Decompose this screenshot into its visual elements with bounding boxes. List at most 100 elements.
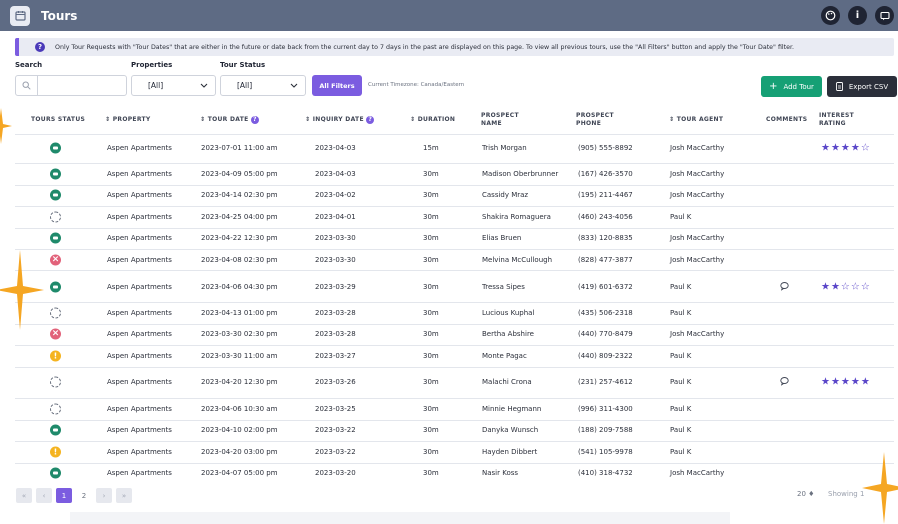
sort-icon: ⇕ <box>200 116 208 123</box>
first-page-button[interactable]: « <box>16 488 32 503</box>
tour-agent-cell: Josh MacCarthy <box>670 234 725 242</box>
sparkle-icon <box>0 108 12 144</box>
tour-date-cell: 2023-07-01 11:00 am <box>201 144 278 152</box>
header-prospect-name[interactable]: PROSPECT NAME <box>481 112 519 128</box>
inquiry-date-cell: 2023-03-28 <box>315 330 356 338</box>
property-cell: Aspen Apartments <box>107 256 172 264</box>
export-csv-button[interactable]: Export CSV <box>827 76 897 97</box>
prospect-name-cell: Cassidy Mraz <box>482 191 529 199</box>
search-label: Search <box>15 61 43 69</box>
prospect-name-cell: Tressa Sipes <box>482 283 525 291</box>
duration-cell: 30m <box>423 378 439 386</box>
tour-agent-cell: Paul K <box>670 283 692 291</box>
info-icon[interactable]: i <box>848 6 867 25</box>
tour-agent-cell: Josh MacCarthy <box>670 330 725 338</box>
tour-agent-cell: Josh MacCarthy <box>670 256 725 264</box>
feedback-icon[interactable] <box>875 6 894 25</box>
tour-agent-cell: Josh MacCarthy <box>670 170 725 178</box>
duration-cell: 30m <box>423 405 439 413</box>
header-divider <box>15 134 894 135</box>
prospect-name-cell: Bertha Abshire <box>482 330 534 338</box>
tour-date-cell: 2023-03-30 11:00 am <box>201 352 278 360</box>
row-divider <box>15 185 894 186</box>
prospect-name-cell: Elias Bruen <box>482 234 522 242</box>
status-yellow-icon <box>50 446 61 458</box>
header-inquiry-date[interactable]: ⇕ INQUIRY DATE ? <box>305 116 375 124</box>
status-green-icon <box>50 467 61 479</box>
header-tour-date[interactable]: ⇕ TOUR DATE ? <box>200 116 259 124</box>
page-size-select[interactable]: 20 ♦ <box>797 490 814 498</box>
property-cell: Aspen Apartments <box>107 405 172 413</box>
all-filters-button[interactable]: All Filters <box>312 75 362 96</box>
chevron-down-icon <box>200 83 208 88</box>
tour-date-cell: 2023-04-08 02:30 pm <box>201 256 278 264</box>
tour-agent-cell: Paul K <box>670 378 692 386</box>
prospect-name-cell: Melvina McCullough <box>482 256 553 264</box>
row-divider <box>15 441 894 442</box>
sort-icon: ⇕ <box>669 116 677 123</box>
prospect-phone-cell: (419) 601-6372 <box>578 283 633 291</box>
header-property[interactable]: ⇕ PROPERTY <box>105 116 151 124</box>
help-icon: ? <box>366 116 375 124</box>
tour-agent-cell: Paul K <box>670 426 692 434</box>
prospect-phone-cell: (828) 477-3877 <box>578 256 633 264</box>
inquiry-date-cell: 2023-04-03 <box>315 170 356 178</box>
tour-date-cell: 2023-03-30 02:30 pm <box>201 330 278 338</box>
duration-cell: 30m <box>423 234 439 242</box>
comment-icon[interactable] <box>780 377 789 388</box>
palette-icon[interactable] <box>821 6 840 25</box>
header-duration[interactable]: ⇕ DURATION <box>410 116 455 124</box>
duration-cell: 30m <box>423 426 439 434</box>
tour-status-select[interactable]: [All] <box>220 75 306 96</box>
property-cell: Aspen Apartments <box>107 426 172 434</box>
header-interest-rating[interactable]: INTEREST RATING <box>819 112 854 128</box>
tour-date-cell: 2023-04-06 04:30 pm <box>201 283 278 291</box>
prospect-phone-cell: (435) 506-2318 <box>578 309 633 317</box>
last-page-button[interactable]: » <box>116 488 132 503</box>
export-csv-label: Export CSV <box>848 82 889 91</box>
prev-page-button[interactable]: ‹ <box>36 488 52 503</box>
row-divider <box>15 249 894 250</box>
inquiry-date-cell: 2023-03-20 <box>315 469 356 477</box>
inquiry-date-cell: 2023-04-03 <box>315 144 356 152</box>
property-cell: Aspen Apartments <box>107 234 172 242</box>
add-tour-button[interactable]: + Add Tour <box>761 76 822 97</box>
duration-cell: 30m <box>423 170 439 178</box>
duration-cell: 30m <box>423 256 439 264</box>
row-divider <box>15 324 894 325</box>
properties-label: Properties <box>131 61 173 69</box>
prospect-name-cell: Shakira Romaguera <box>482 213 551 221</box>
status-yellow-icon <box>50 350 61 362</box>
info-notice: ? Only Tour Requests with "Tour Dates" t… <box>15 38 894 56</box>
inquiry-date-cell: 2023-03-30 <box>315 256 356 264</box>
prospect-phone-cell: (195) 211-4467 <box>578 191 633 199</box>
header-tour-agent[interactable]: ⇕ TOUR AGENT <box>669 116 723 124</box>
search-input[interactable] <box>38 76 126 95</box>
prospect-name-cell: Nasir Koss <box>482 469 519 477</box>
prospect-phone-cell: (167) 426-3570 <box>578 170 633 178</box>
tour-status-label: Tour Status <box>220 61 266 69</box>
next-page-button[interactable]: › <box>96 488 112 503</box>
tour-date-cell: 2023-04-07 05:00 pm <box>201 469 278 477</box>
page-1-button[interactable]: 1 <box>56 488 72 503</box>
notice-text: Only Tour Requests with "Tour Dates" tha… <box>55 43 795 51</box>
question-icon: ? <box>35 42 45 52</box>
tour-date-cell: 2023-04-13 01:00 pm <box>201 309 278 317</box>
inquiry-date-cell: 2023-03-22 <box>315 448 356 456</box>
header-comments: COMMENTS <box>766 116 808 123</box>
calendar-icon <box>10 5 30 26</box>
page-2-button[interactable]: 2 <box>76 488 92 503</box>
prospect-name-cell: Madison Oberbrunner <box>482 170 559 178</box>
header-prospect-phone[interactable]: PROSPECT PHONE <box>576 112 614 128</box>
comment-icon[interactable] <box>780 282 789 293</box>
tour-agent-cell: Paul K <box>670 309 692 317</box>
sparkle-icon <box>0 250 44 330</box>
prospect-name-cell: Hayden Dibbert <box>482 448 538 456</box>
prospect-name-cell: Monte Pagac <box>482 352 527 360</box>
prospect-phone-cell: (541) 105-9978 <box>578 448 633 456</box>
properties-select[interactable]: [All] <box>131 75 216 96</box>
interest-rating-stars: ★★☆☆☆ <box>821 281 871 293</box>
header-tours-status[interactable]: TOURS STATUS <box>31 116 85 124</box>
property-cell: Aspen Apartments <box>107 283 172 291</box>
sort-icon: ⇕ <box>105 116 113 123</box>
